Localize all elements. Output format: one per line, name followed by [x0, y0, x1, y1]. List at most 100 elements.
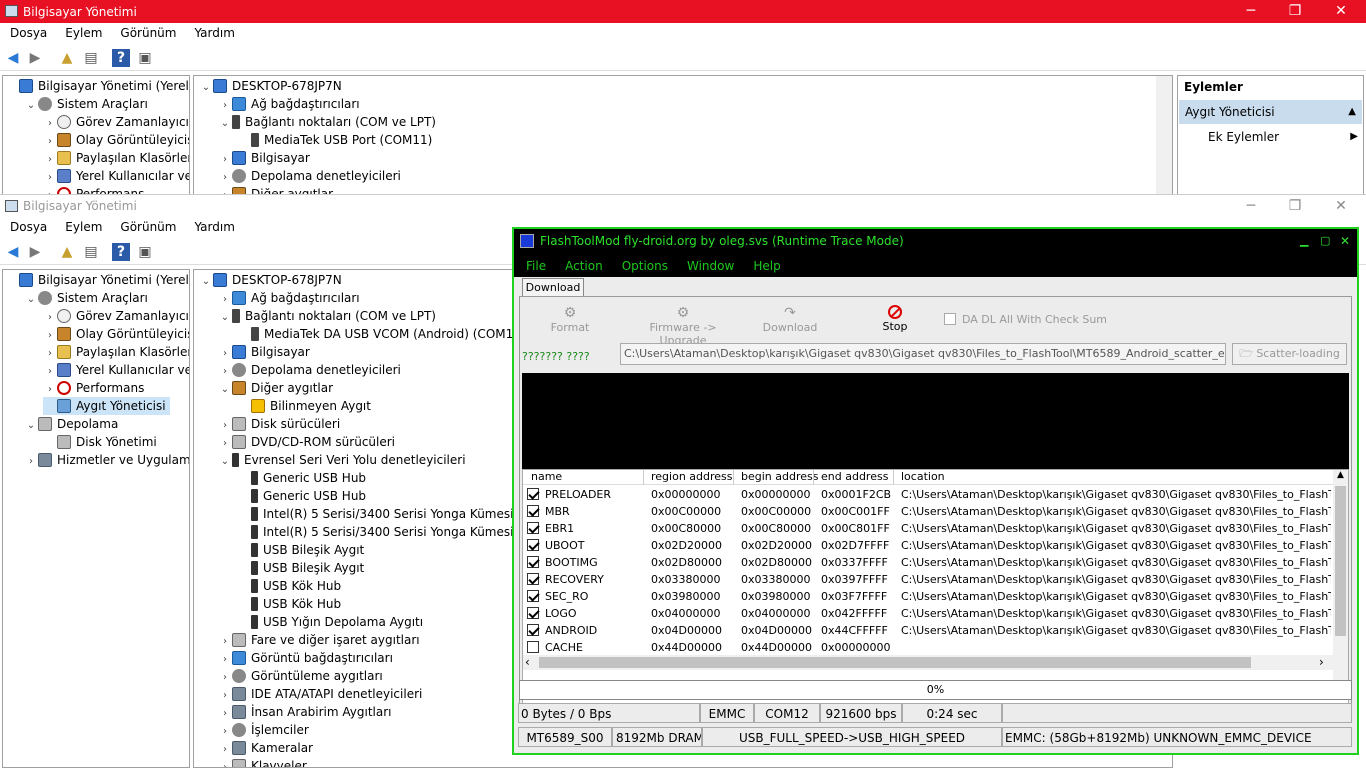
tree-item[interactable]: › Depolama denetleyicileri	[218, 361, 401, 379]
expand-down-icon[interactable]: ⌄	[24, 291, 38, 309]
tree-item[interactable]: Generic USB Hub	[237, 469, 366, 487]
tree-item[interactable]: Bilgisayar Yönetimi (Yerel)	[5, 271, 189, 289]
partition-checkbox[interactable]	[527, 556, 539, 568]
front-title-bar[interactable]: Bilgisayar Yönetimi ─ ❐ ✕	[0, 194, 1366, 217]
menu-window[interactable]: Window	[675, 259, 741, 273]
close-icon[interactable]: ✕	[1318, 195, 1364, 218]
show-hide-tree-icon[interactable]: ▤	[82, 49, 100, 67]
menu-yard-m[interactable]: Yardım	[184, 26, 242, 40]
restore-icon[interactable]: ❐	[1272, 195, 1318, 218]
partition-checkbox[interactable]	[527, 624, 539, 636]
minimize-icon[interactable]: ▁	[1300, 229, 1308, 253]
actions-item-more-actions[interactable]: Ek Eylemler ▶	[1208, 128, 1358, 146]
tree-item[interactable]: ⌄ Depolama	[24, 415, 118, 433]
expand-right-icon[interactable]: ›	[218, 759, 232, 767]
partition-checkbox[interactable]	[527, 641, 539, 653]
table-row[interactable]: ANDROID 0x04D00000 0x04D00000 0x44CFFFFF C:\…	[523, 622, 1333, 639]
close-icon[interactable]: ✕	[1340, 229, 1350, 253]
tree-item[interactable]: MediaTek DA USB VCOM (Android) (COM12)	[237, 325, 526, 343]
table-row[interactable]: BOOTIMG 0x02D80000 0x02D80000 0x0337FFFF C:\…	[523, 554, 1333, 571]
scroll-right-icon[interactable]: ›	[1319, 655, 1324, 669]
expand-down-icon[interactable]: ⌄	[24, 97, 38, 115]
tree-item[interactable]: Intel(R) 5 Serisi/3400 Serisi Yonga Küme…	[237, 505, 540, 523]
tree-item[interactable]: › Olay Görüntüleyicisi	[43, 131, 189, 149]
scatter-loading-button[interactable]: 🗁 Scatter-loading	[1232, 343, 1347, 365]
back-arrow-icon[interactable]: ◀	[4, 243, 22, 261]
tree-item[interactable]: Disk Yönetimi	[43, 433, 157, 451]
scroll-up-icon[interactable]: ▲	[1333, 470, 1348, 480]
tree-item[interactable]: › Fare ve diğer işaret aygıtları	[218, 631, 420, 649]
table-row[interactable]: SEC_RO 0x03980000 0x03980000 0x03F7FFFF C:\U…	[523, 588, 1333, 605]
tree-item[interactable]: › Ağ bağdaştırıcıları	[218, 289, 360, 307]
partition-name-cell[interactable]: BOOTIMG	[527, 554, 598, 571]
forward-arrow-icon[interactable]: ▶	[26, 49, 44, 67]
stop-button[interactable]: Stop	[860, 305, 930, 333]
column-divider[interactable]	[813, 470, 814, 485]
partition-name-cell[interactable]: PRELOADER	[527, 486, 611, 503]
tree-item[interactable]: Intel(R) 5 Serisi/3400 Serisi Yonga Küme…	[237, 523, 540, 541]
partition-checkbox[interactable]	[527, 590, 539, 602]
close-icon[interactable]: ✕	[1318, 0, 1364, 23]
tree-item[interactable]: USB Kök Hub	[237, 577, 341, 595]
expand-down-icon[interactable]: ⌄	[218, 309, 232, 327]
menu-help[interactable]: Help	[741, 259, 787, 273]
column-header-location[interactable]: location	[901, 470, 945, 485]
scroll-thumb[interactable]	[1335, 486, 1346, 636]
table-row[interactable]: LOGO 0x04000000 0x04000000 0x042FFFFF C:\Use…	[523, 605, 1333, 622]
maximize-icon[interactable]: ▢	[1320, 229, 1330, 253]
tree-item[interactable]: › IDE ATA/ATAPI denetleyicileri	[218, 685, 422, 703]
menu-options[interactable]: Options	[610, 259, 675, 273]
back-title-bar[interactable]: Bilgisayar Yönetimi ─ ❐ ✕	[0, 0, 1366, 23]
format-button[interactable]: ⚙ Format	[540, 305, 600, 334]
tree-item[interactable]: ⌄ Evrensel Seri Veri Yolu denetleyicileri	[218, 451, 466, 469]
tree-item[interactable]: ⌄ DESKTOP-678JP7N	[199, 77, 342, 95]
menu-g-r-n-m[interactable]: Görünüm	[110, 220, 184, 234]
tree-item[interactable]: › Depolama denetleyicileri	[218, 167, 401, 185]
partition-name-cell[interactable]: RECOVERY	[527, 571, 604, 588]
table-row[interactable]: UBOOT 0x02D20000 0x02D20000 0x02D7FFFF C:\Us…	[523, 537, 1333, 554]
partition-name-cell[interactable]: EBR1	[527, 520, 574, 537]
tree-item[interactable]: › Ağ bağdaştırıcıları	[218, 95, 360, 113]
table-row[interactable]: EBR1 0x00C80000 0x00C80000 0x00C801FF C:\Use…	[523, 520, 1333, 537]
show-hide-tree-icon[interactable]: ▤	[82, 243, 100, 261]
tree-item[interactable]: USB Kök Hub	[237, 595, 341, 613]
menu-eylem[interactable]: Eylem	[55, 220, 110, 234]
tree-item[interactable]: › Disk sürücüleri	[218, 415, 340, 433]
partition-name-cell[interactable]: CACHE	[527, 639, 583, 656]
column-header-region-address[interactable]: region address	[651, 470, 733, 485]
tree-item[interactable]: ›Performans	[43, 379, 144, 397]
expand-down-icon[interactable]: ⌄	[218, 115, 232, 133]
menu-dosya[interactable]: Dosya	[0, 26, 55, 40]
tree-item[interactable]: ⌄ Sistem Araçları	[24, 95, 148, 113]
tree-item[interactable]: ›Yerel Kullanıcılar ve Gru	[43, 361, 189, 379]
tree-item[interactable]: USB Yığın Depolama Aygıtı	[237, 613, 423, 631]
tree-item[interactable]: › Bilgisayar	[218, 149, 310, 167]
partition-name-cell[interactable]: ANDROID	[527, 622, 597, 639]
scroll-hthumb[interactable]	[539, 657, 1251, 668]
table-row[interactable]: PRELOADER 0x00000000 0x00000000 0x0001F2CB C…	[523, 486, 1333, 503]
table-row[interactable]: MBR 0x00C00000 0x00C00000 0x00C001FF C:\User…	[523, 503, 1333, 520]
tree-item[interactable]: ⌄ DESKTOP-678JP7N	[199, 271, 342, 289]
tree-item[interactable]: › Paylaşılan Klasörler	[43, 149, 189, 167]
tree-item[interactable]: › Bilgisayar	[218, 343, 310, 361]
table-horizontal-scrollbar[interactable]: ‹ ›	[523, 655, 1333, 670]
tree-item[interactable]: ⌄ Bağlantı noktaları (COM ve LPT)	[218, 307, 436, 325]
flashtool-title-bar[interactable]: FlashToolMod fly-droid.org by oleg.svs (…	[514, 229, 1357, 255]
forward-arrow-icon[interactable]: ▶	[26, 243, 44, 261]
column-divider[interactable]	[893, 470, 894, 485]
partition-name-cell[interactable]: SEC_RO	[527, 588, 588, 605]
table-vertical-scrollbar[interactable]: ▲ ▼	[1333, 470, 1348, 690]
tree-item[interactable]: › Görev Zamanlayıcı	[43, 307, 189, 325]
expand-down-icon[interactable]: ⌄	[199, 273, 213, 291]
tree-item[interactable]: ⌄ Sistem Araçları	[24, 289, 148, 307]
tree-item[interactable]: USB Bileşik Aygıt	[237, 559, 364, 577]
back-device-scrollbar[interactable]	[1156, 76, 1172, 194]
actions-section-device-manager[interactable]: Aygıt Yöneticisi ▲	[1179, 100, 1362, 124]
tree-item[interactable]: › İnsan Arabirim Aygıtları	[218, 703, 392, 721]
tree-item[interactable]: › DVD/CD-ROM sürücüleri	[218, 433, 395, 451]
download-button[interactable]: ↷ Download	[755, 305, 825, 334]
partition-checkbox[interactable]	[527, 573, 539, 585]
tree-item[interactable]: ›Yerel Kullanıcılar ve Gru	[43, 167, 189, 185]
expand-down-icon[interactable]: ⌄	[24, 417, 38, 435]
tree-item[interactable]: › Görüntü bağdaştırıcıları	[218, 649, 393, 667]
